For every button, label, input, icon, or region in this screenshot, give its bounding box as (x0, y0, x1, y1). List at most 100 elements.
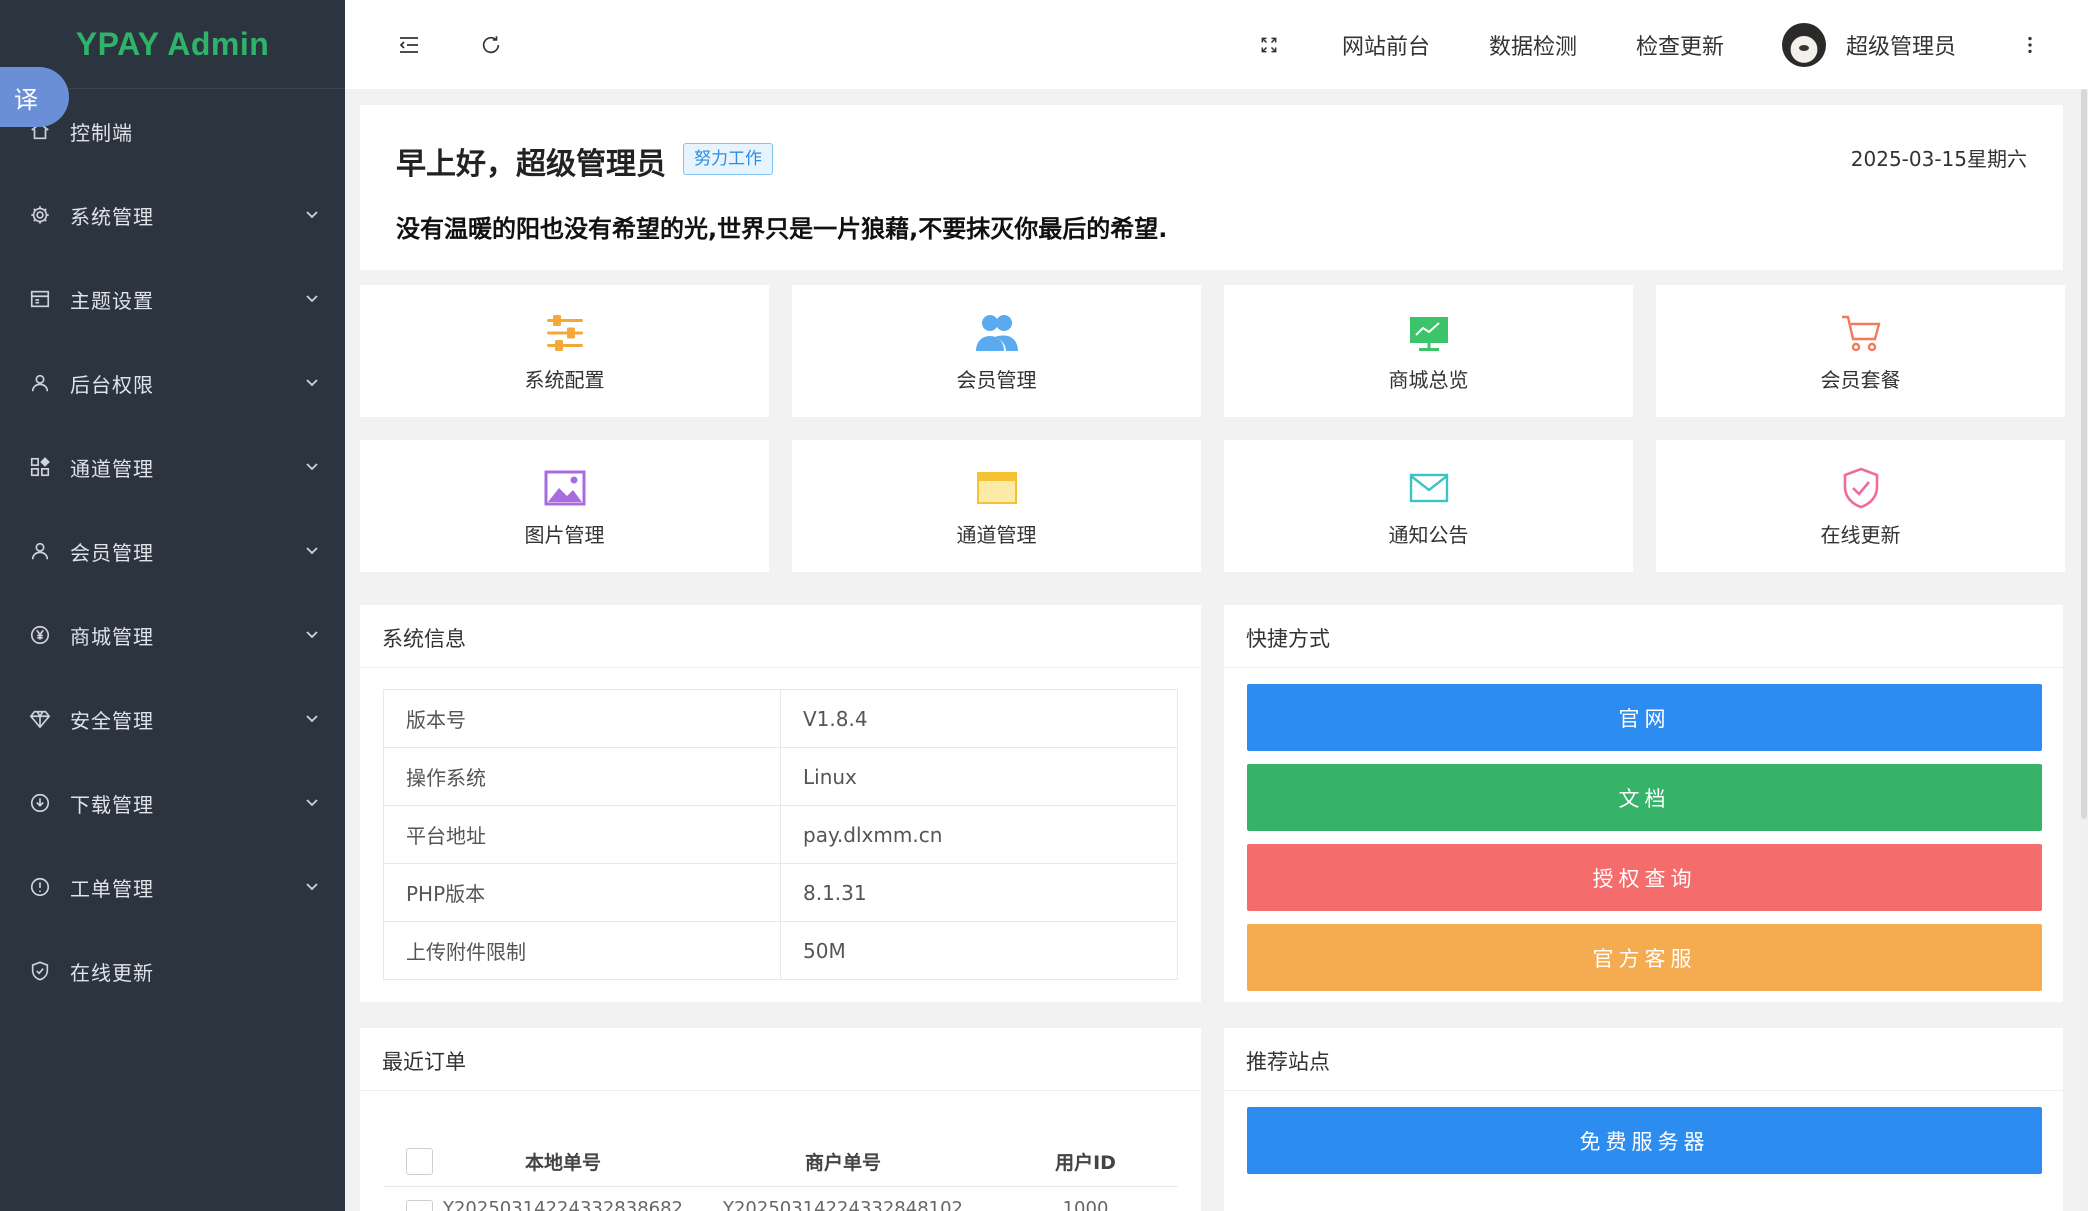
scrollbar-thumb[interactable] (2081, 89, 2087, 819)
select-all-checkbox[interactable] (406, 1148, 433, 1175)
sidebar-item-downloads[interactable]: 下载管理 (0, 761, 345, 845)
column-header: 本地单号 (524, 1152, 601, 1174)
tile-image-management[interactable]: 图片管理 (360, 440, 769, 572)
theme-icon (28, 287, 52, 311)
tile-label: 商城总览 (1388, 367, 1469, 392)
download-icon (28, 791, 52, 815)
sidebar-item-label: 控制端 (70, 120, 133, 145)
shield-check-icon (28, 959, 52, 983)
sidebar-item-label: 系统管理 (70, 204, 154, 229)
chevron-down-icon (305, 710, 319, 729)
license-query-button[interactable]: 授权查询 (1247, 844, 2042, 911)
recent-orders-panel: 最近订单 本地单号 商户单号 用户ID Y2025031422433283868… (360, 1028, 1201, 1211)
mail-icon (1406, 465, 1452, 511)
column-header: 用户ID (1055, 1152, 1116, 1174)
chevron-down-icon (305, 458, 319, 477)
user-name[interactable]: 超级管理员 (1846, 29, 1956, 61)
sidebar-item-mall[interactable]: 商城管理 (0, 593, 345, 677)
free-server-button[interactable]: 免费服务器 (1247, 1107, 2042, 1174)
tile-label: 会员套餐 (1820, 367, 1901, 392)
shortcuts-panel: 快捷方式 官网 文档 授权查询 官方客服 (1224, 605, 2063, 1002)
customer-service-button[interactable]: 官方客服 (1247, 924, 2042, 991)
tile-label: 图片管理 (524, 522, 605, 547)
sidebar-item-label: 工单管理 (70, 876, 154, 901)
top-header: 网站前台 数据检测 检查更新 超级管理员 (345, 0, 2088, 89)
panel-title: 推荐站点 (1246, 1050, 1330, 1074)
apps-icon (28, 455, 52, 479)
current-date: 2025-03-15星期六 (1850, 147, 2027, 171)
sidebar-item-label: 会员管理 (70, 540, 154, 565)
translate-label: 译 (14, 85, 38, 114)
tile-label: 通知公告 (1388, 522, 1469, 547)
chevron-down-icon (305, 542, 319, 561)
sidebar-item-members[interactable]: 会员管理 (0, 509, 345, 593)
translate-button[interactable]: 译 (0, 67, 69, 127)
info-key: 版本号 (383, 689, 781, 748)
merchant-order-id: Y20250314224332848102 (722, 1198, 964, 1211)
info-key: 操作系统 (383, 747, 781, 806)
table-row: 版本号 V1.8.4 (383, 689, 1178, 748)
tile-channel-management[interactable]: 通道管理 (792, 440, 1201, 572)
link-check-update[interactable]: 检查更新 (1636, 29, 1724, 61)
sidebar-menu: 控制端 系统管理 主题设置 后台权限 通道管理 会员管理 商城管理 安全管理 下… (0, 89, 345, 1013)
sidebar-item-channels[interactable]: 通道管理 (0, 425, 345, 509)
sidebar-item-system[interactable]: 系统管理 (0, 173, 345, 257)
avatar[interactable] (1781, 22, 1826, 67)
refresh-icon[interactable] (477, 31, 505, 59)
row-checkbox[interactable] (406, 1200, 433, 1211)
chevron-down-icon (305, 374, 319, 393)
docs-button[interactable]: 文档 (1247, 764, 2042, 831)
sidebar-item-label: 商城管理 (70, 624, 154, 649)
sidebar-item-online-update[interactable]: 在线更新 (0, 929, 345, 1013)
local-order-id: Y20250314224332838682 (442, 1198, 684, 1211)
panel-title: 最近订单 (382, 1050, 466, 1074)
tile-label: 在线更新 (1820, 522, 1901, 547)
brand-title: YPAY Admin (75, 25, 270, 62)
sidebar-item-label: 安全管理 (70, 708, 154, 733)
welcome-card: 早上好，超级管理员 努力工作 2025-03-15星期六 没有温暖的阳也没有希望… (360, 105, 2063, 270)
tile-member-management[interactable]: 会员管理 (792, 285, 1201, 417)
tile-label: 通道管理 (956, 522, 1037, 547)
user-icon (28, 371, 52, 395)
info-value: V1.8.4 (780, 689, 1178, 748)
sidebar-item-theme[interactable]: 主题设置 (0, 257, 345, 341)
table-row[interactable]: Y20250314224332838682 Y20250314224332848… (383, 1198, 1178, 1211)
sidebar-item-label: 下载管理 (70, 792, 154, 817)
greeting-title: 早上好，超级管理员 (396, 147, 666, 182)
sidebar-item-label: 后台权限 (70, 372, 154, 397)
tile-system-config[interactable]: 系统配置 (360, 285, 769, 417)
sidebar-item-admin-permissions[interactable]: 后台权限 (0, 341, 345, 425)
info-key: 上传附件限制 (383, 921, 781, 980)
more-vertical-icon[interactable] (2016, 31, 2044, 59)
panel-title: 快捷方式 (1246, 627, 1330, 651)
link-website-frontend[interactable]: 网站前台 (1342, 29, 1430, 61)
tile-mall-overview[interactable]: 商城总览 (1224, 285, 1633, 417)
sidebar-item-label: 主题设置 (70, 288, 154, 313)
column-header: 商户单号 (804, 1152, 881, 1174)
sidebar-item-label: 通道管理 (70, 456, 154, 481)
sidebar: YPAY Admin 控制端 系统管理 主题设置 后台权限 通道管理 会员管理 … (0, 0, 345, 1211)
link-data-check[interactable]: 数据检测 (1489, 29, 1577, 61)
user-id: 1000 (1062, 1198, 1109, 1211)
official-site-button[interactable]: 官网 (1247, 684, 2042, 751)
sliders-icon (542, 310, 588, 356)
info-value: 50M (780, 921, 1178, 980)
collapse-menu-icon[interactable] (395, 31, 423, 59)
gear-icon (28, 203, 52, 227)
info-value: Linux (780, 747, 1178, 806)
tile-member-packages[interactable]: 会员套餐 (1656, 285, 2065, 417)
info-value: 8.1.31 (780, 863, 1178, 922)
status-badge: 努力工作 (683, 143, 773, 175)
tile-online-update[interactable]: 在线更新 (1656, 440, 2065, 572)
sidebar-item-security[interactable]: 安全管理 (0, 677, 345, 761)
divider (1224, 1090, 2063, 1091)
sidebar-item-tickets[interactable]: 工单管理 (0, 845, 345, 929)
orders-table-header: 本地单号 商户单号 用户ID (383, 1137, 1178, 1187)
sidebar-item-label: 在线更新 (70, 960, 154, 985)
fullscreen-icon[interactable] (1255, 31, 1283, 59)
tile-notices[interactable]: 通知公告 (1224, 440, 1633, 572)
panel-title: 系统信息 (382, 627, 466, 651)
user-icon (28, 539, 52, 563)
chevron-down-icon (305, 626, 319, 645)
info-key: PHP版本 (383, 863, 781, 922)
